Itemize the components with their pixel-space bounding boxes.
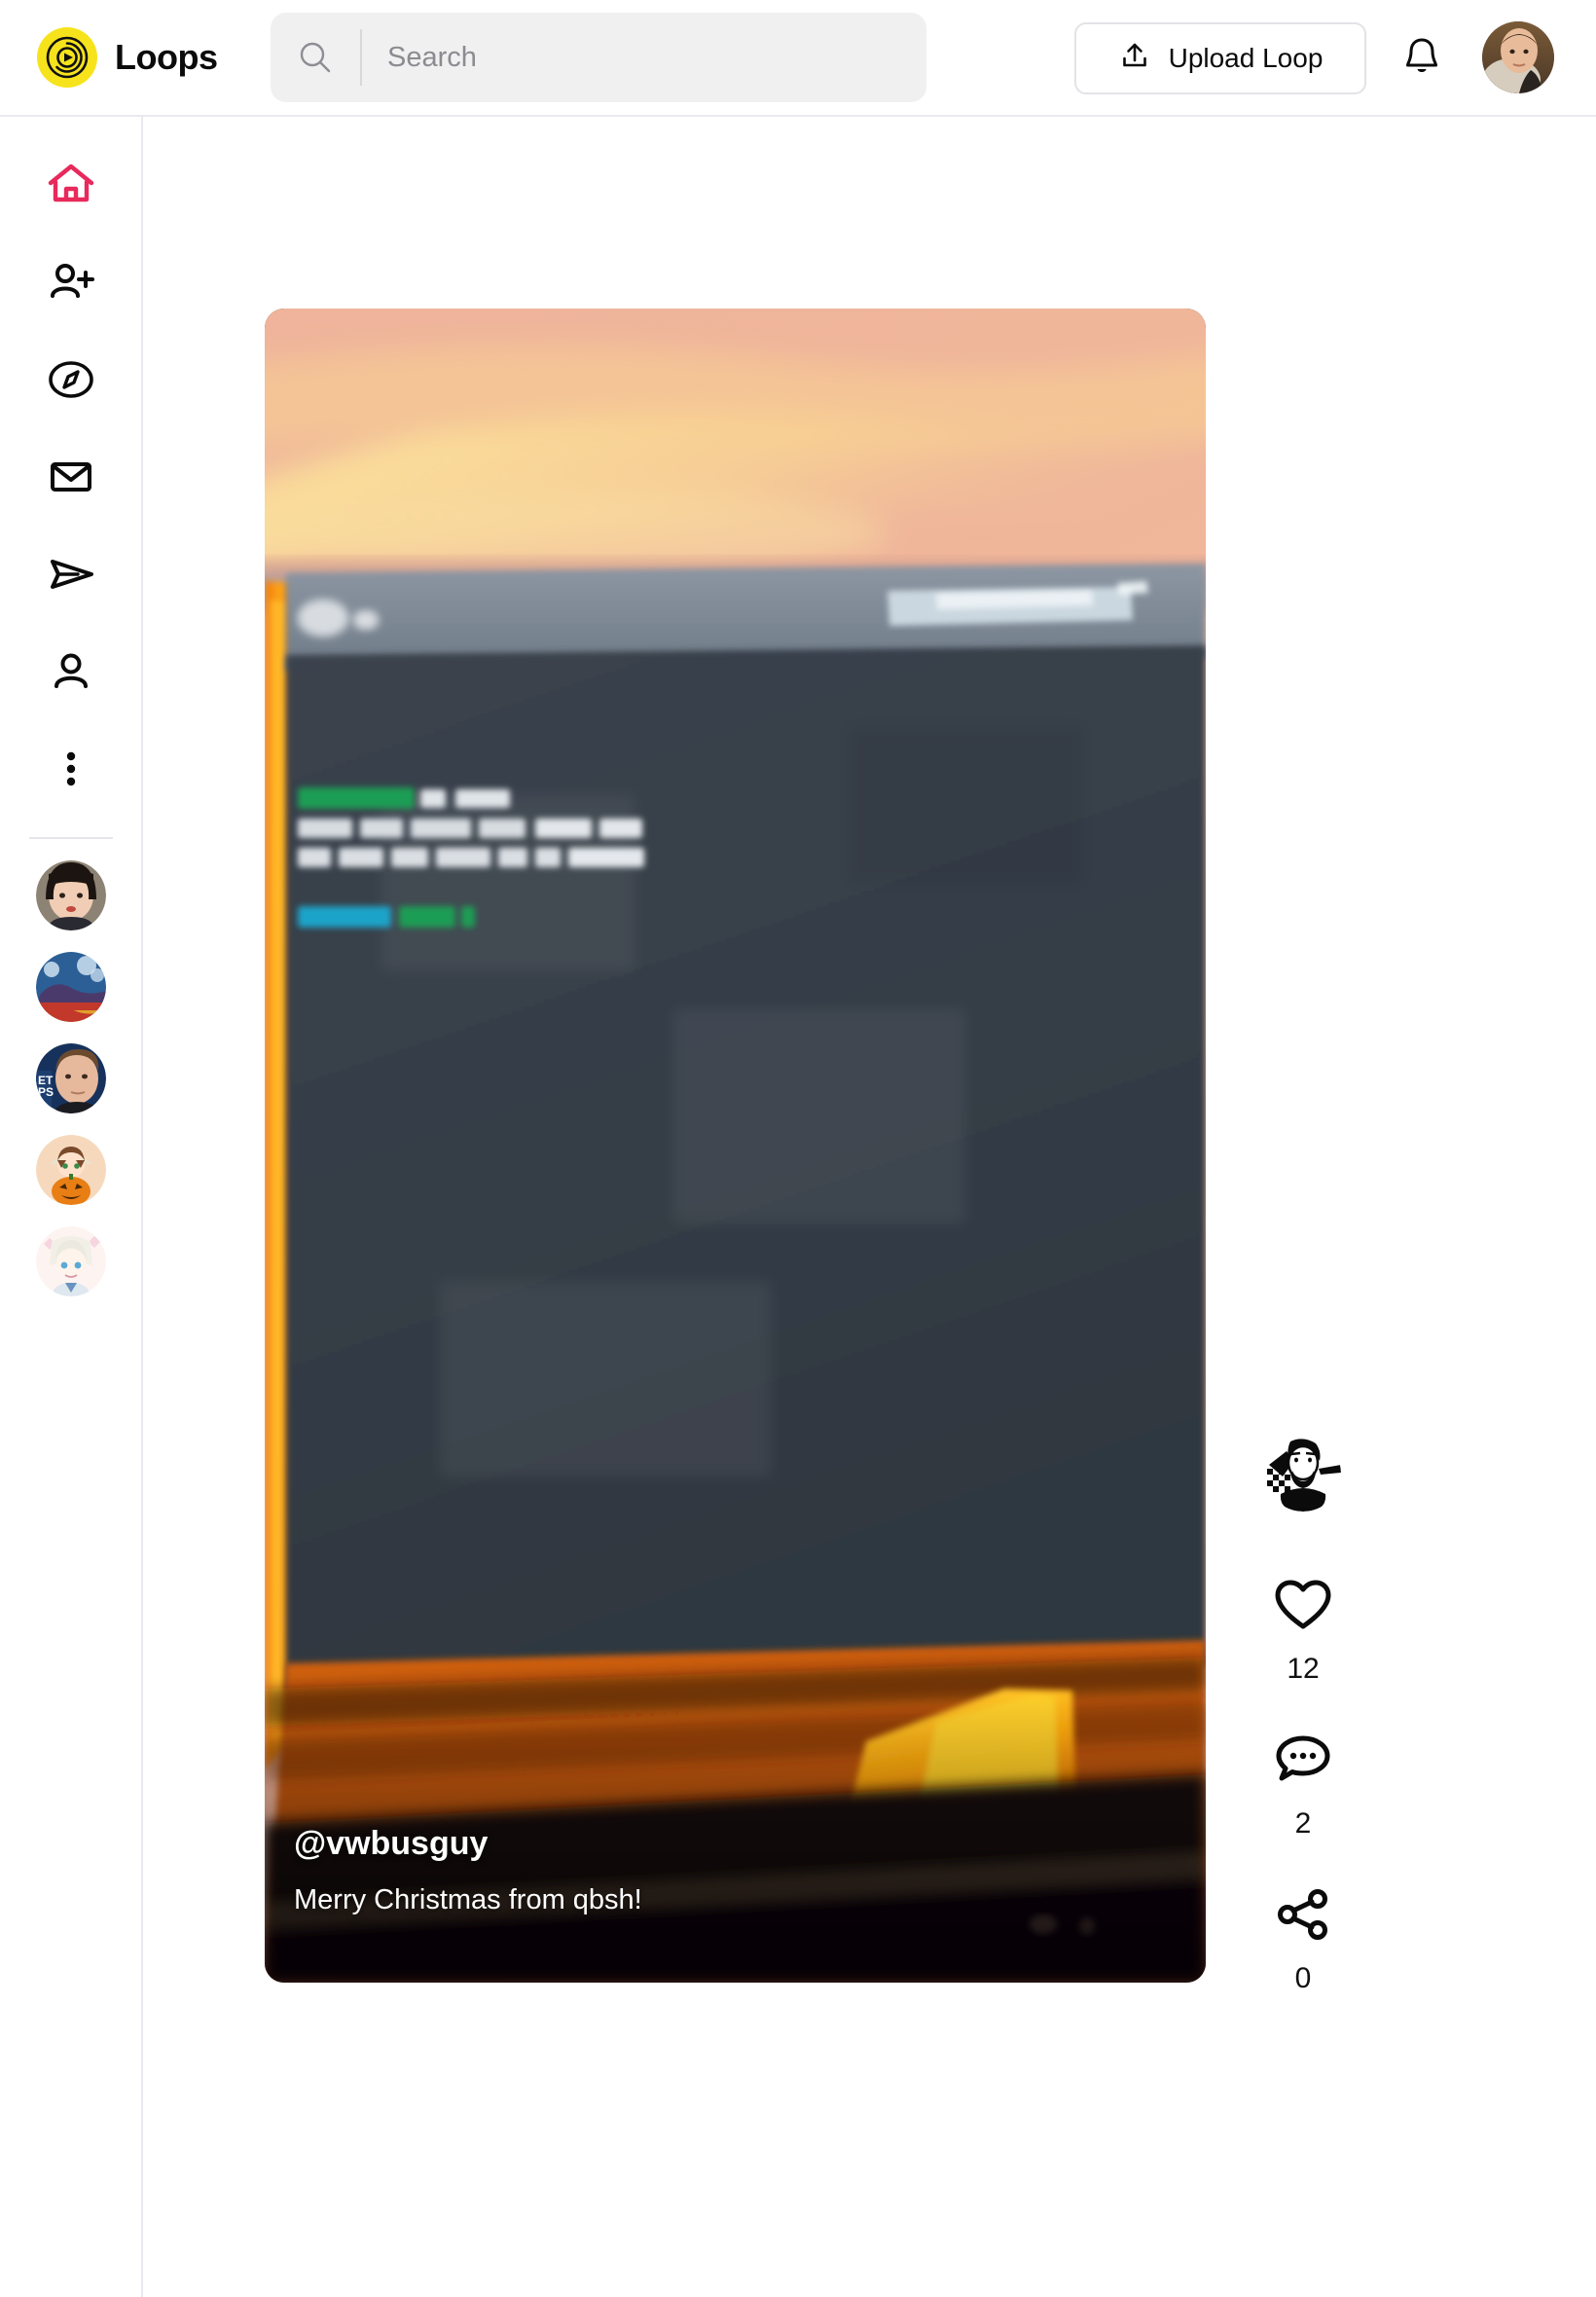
search-icon (271, 13, 360, 102)
list-item[interactable]: ET PS (35, 1043, 106, 1113)
top-header: Loops Upload Loop (0, 0, 1596, 117)
svg-text:PS: PS (38, 1085, 54, 1099)
left-sidebar: ET PS (0, 117, 143, 2297)
user-plus-icon (45, 256, 97, 313)
like-count: 12 (1287, 1653, 1320, 1685)
sidebar-divider (28, 837, 113, 839)
video-media (265, 309, 1206, 1983)
paper-plane-icon (45, 548, 97, 605)
comment-bubble-icon (1274, 1732, 1332, 1792)
brand-name: Loops (115, 37, 218, 77)
compass-icon (45, 353, 97, 411)
author-avatar[interactable] (1265, 1436, 1341, 1512)
sidebar-item-more[interactable] (24, 722, 118, 820)
like-button[interactable]: 12 (1274, 1578, 1332, 1686)
video-post[interactable]: @vwbusguy Merry Christmas from qbsh! (265, 309, 1206, 1983)
envelope-icon (45, 451, 97, 508)
sidebar-item-home[interactable] (24, 138, 118, 236)
feed-area: @vwbusguy Merry Christmas from qbsh! 12 … (143, 117, 1596, 2297)
person-icon (45, 645, 97, 703)
upload-loop-label: Upload Loop (1168, 43, 1324, 73)
upload-arrow-icon (1118, 39, 1151, 79)
avatar[interactable] (1482, 21, 1554, 93)
sidebar-item-inbox[interactable] (24, 430, 118, 528)
home-icon (45, 159, 97, 216)
comment-count: 2 (1294, 1807, 1312, 1840)
more-vertical-icon (45, 743, 97, 800)
upload-loop-button[interactable]: Upload Loop (1074, 22, 1366, 94)
brand-logo[interactable]: Loops (37, 27, 241, 88)
loops-play-ring-icon (37, 27, 97, 88)
list-item[interactable] (35, 952, 106, 1022)
heart-icon (1274, 1578, 1332, 1637)
post-action-rail: 12 2 0 (1240, 1436, 1366, 2042)
sidebar-item-messages[interactable] (24, 528, 118, 625)
search-box[interactable] (271, 13, 926, 102)
bell-icon[interactable] (1392, 27, 1452, 88)
search-input[interactable] (362, 13, 926, 102)
list-item[interactable] (35, 1135, 106, 1205)
share-nodes-icon (1274, 1887, 1332, 1947)
list-item[interactable] (35, 860, 106, 930)
comment-button[interactable]: 2 (1274, 1732, 1332, 1841)
share-count: 0 (1294, 1962, 1312, 1994)
sidebar-item-explore[interactable] (24, 333, 118, 430)
share-button[interactable]: 0 (1274, 1887, 1332, 1995)
sidebar-item-following[interactable] (24, 236, 118, 333)
sidebar-item-profile[interactable] (24, 625, 118, 722)
list-item[interactable] (35, 1226, 106, 1296)
